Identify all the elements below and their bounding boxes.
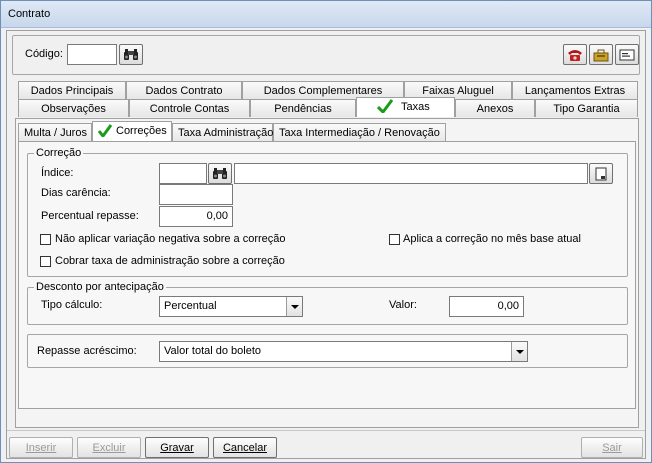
check-icon xyxy=(377,99,393,113)
dias-carencia-label: Dias carência: xyxy=(41,187,111,199)
binoculars-icon xyxy=(213,167,227,179)
indice-detail-button[interactable] xyxy=(589,163,613,184)
tab-taxas[interactable]: Taxas xyxy=(356,97,455,117)
indice-description-input[interactable] xyxy=(234,163,588,184)
phone-button[interactable] xyxy=(563,44,587,65)
correcao-group-label: Correção xyxy=(34,147,84,159)
inserir-button[interactable]: Inserir xyxy=(9,437,73,458)
tab-anexos[interactable]: Anexos xyxy=(455,99,535,117)
valor-input[interactable]: 0,00 xyxy=(449,296,524,317)
subtab-row: Multa / Juros Correções Taxa Administraç… xyxy=(18,121,458,142)
repasse-acrescimo-value: Valor total do boleto xyxy=(164,345,262,357)
tab-dados-principais[interactable]: Dados Principais xyxy=(18,81,126,99)
card-button[interactable] xyxy=(615,44,639,65)
tab-row-1: Dados Principais Dados Contrato Dados Co… xyxy=(18,81,638,100)
aplica-mes-base-checkbox[interactable] xyxy=(389,234,400,245)
tab-row-2: Observações Controle Contas Pendências T… xyxy=(18,97,638,118)
tab-tipo-garantia[interactable]: Tipo Garantia xyxy=(535,99,638,117)
gravar-label: Gravar xyxy=(160,442,194,454)
chevron-down-icon xyxy=(511,342,527,361)
nao-aplicar-variacao-label: Não aplicar variação negativa sobre a co… xyxy=(55,233,286,245)
tools-button[interactable] xyxy=(589,44,613,65)
excluir-button[interactable]: Excluir xyxy=(77,437,141,458)
nao-aplicar-variacao-checkbox[interactable] xyxy=(40,234,51,245)
phone-icon xyxy=(568,49,582,61)
valor-label: Valor: xyxy=(389,299,417,311)
tipo-calculo-label: Tipo cálculo: xyxy=(41,299,103,311)
tipo-calculo-select[interactable]: Percentual xyxy=(159,296,303,317)
chevron-down-icon xyxy=(286,297,302,316)
tab-controle-contas[interactable]: Controle Contas xyxy=(129,99,250,117)
subtab-multa-juros[interactable]: Multa / Juros xyxy=(18,123,92,141)
contract-window: Contrato Código: Dados Principais Dados … xyxy=(0,0,652,463)
code-search-button[interactable] xyxy=(119,44,143,65)
subtab-taxa-intermediacao[interactable]: Taxa Intermediação / Renovação xyxy=(273,123,446,141)
binoculars-icon xyxy=(124,48,138,60)
percentual-repasse-label: Percentual repasse: xyxy=(41,210,139,222)
cancelar-button[interactable]: Cancelar xyxy=(213,437,277,458)
aplica-mes-base-label: Aplica a correção no mês base atual xyxy=(403,233,581,245)
dias-carencia-input[interactable] xyxy=(159,184,233,205)
excluir-label: Excluir xyxy=(92,442,126,454)
tab-dados-contrato[interactable]: Dados Contrato xyxy=(126,81,242,99)
toolbox-icon xyxy=(593,49,609,61)
indice-code-input[interactable] xyxy=(159,163,207,184)
sair-button[interactable]: Sair xyxy=(581,437,643,458)
tab-taxas-label: Taxas xyxy=(401,101,430,113)
indice-search-button[interactable] xyxy=(208,163,232,184)
repasse-acrescimo-label: Repasse acréscimo: xyxy=(37,345,137,357)
subtab-correcoes-label: Correções xyxy=(116,125,167,137)
indice-label: Índice: xyxy=(41,167,74,179)
window-title: Contrato xyxy=(8,8,51,20)
desconto-group-label: Desconto por antecipação xyxy=(34,281,166,293)
code-input[interactable] xyxy=(67,44,117,65)
cobrar-taxa-checkbox[interactable] xyxy=(40,256,51,267)
percentual-repasse-input[interactable]: 0,00 xyxy=(159,206,233,227)
document-icon xyxy=(595,167,607,180)
code-label: Código: xyxy=(25,48,63,60)
cancelar-label: Cancelar xyxy=(222,442,268,454)
window-client: Código: Dados Principais Dados Contrato … xyxy=(6,30,646,459)
title-bar: Contrato xyxy=(1,1,651,28)
repasse-acrescimo-select[interactable]: Valor total do boleto xyxy=(159,341,528,362)
tipo-calculo-value: Percentual xyxy=(164,300,217,312)
subtab-taxa-administracao[interactable]: Taxa Administração xyxy=(172,123,273,141)
tab-pendencias[interactable]: Pendências xyxy=(250,99,356,117)
tab-observacoes[interactable]: Observações xyxy=(18,99,129,117)
footer-separator xyxy=(7,430,645,431)
tab-lancamentos-extras[interactable]: Lançamentos Extras xyxy=(512,81,638,99)
id-card-icon xyxy=(619,49,635,60)
sair-label: Sair xyxy=(602,442,622,454)
gravar-button[interactable]: Gravar xyxy=(145,437,209,458)
subtab-correcoes[interactable]: Correções xyxy=(92,121,172,141)
inserir-label: Inserir xyxy=(25,442,57,454)
check-icon xyxy=(98,124,112,137)
cobrar-taxa-label: Cobrar taxa de administração sobre a cor… xyxy=(55,255,285,267)
